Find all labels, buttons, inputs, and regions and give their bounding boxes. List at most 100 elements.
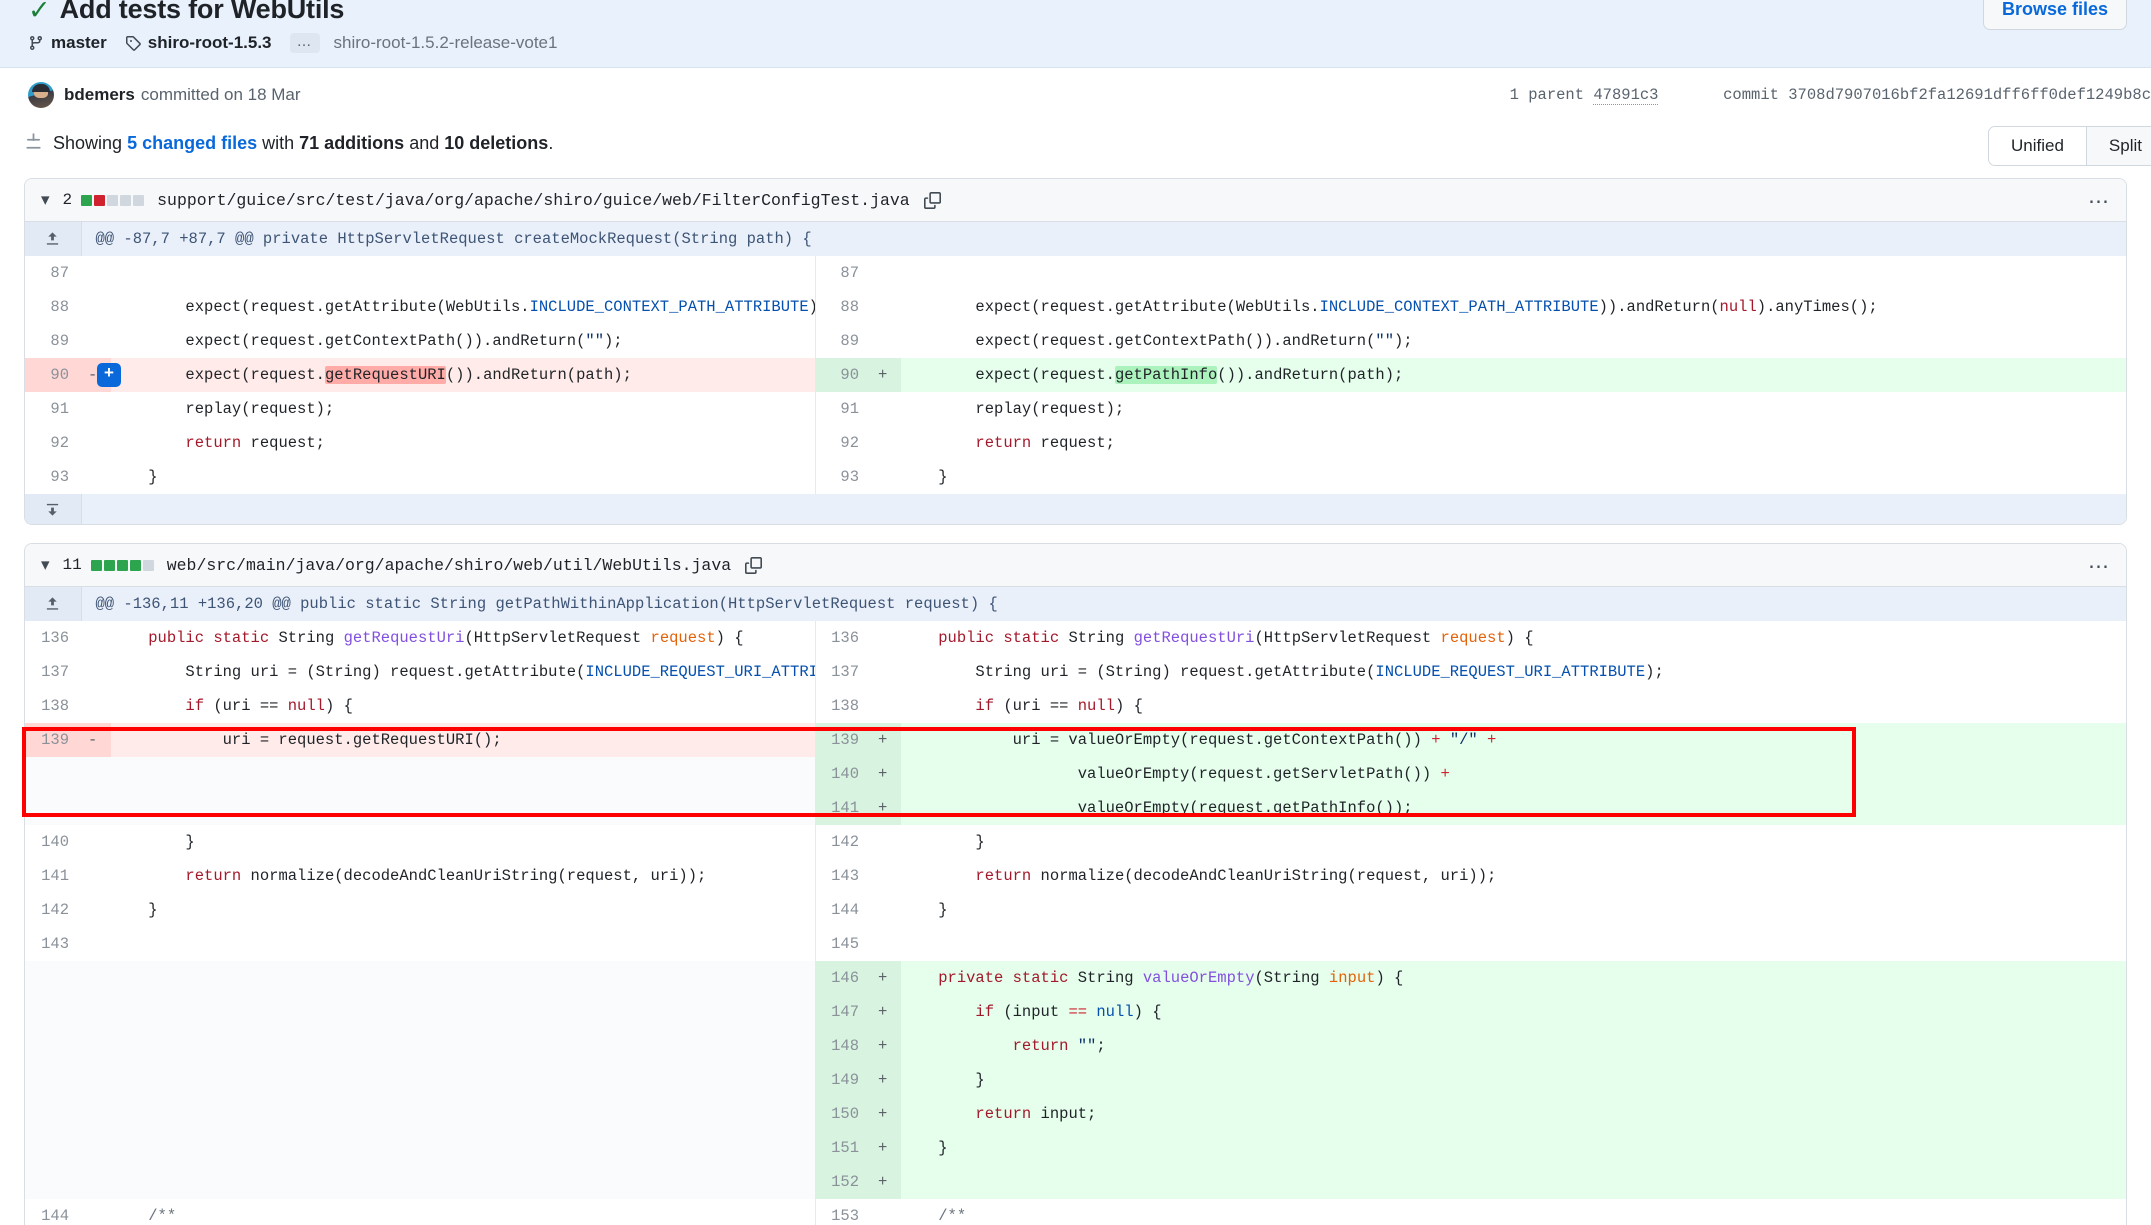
chevron-down-icon[interactable]: ▾: [41, 555, 50, 575]
file-path[interactable]: support/guice/src/test/java/org/apache/s…: [157, 191, 910, 210]
showing-label: Showing: [53, 132, 123, 153]
kebab-menu-icon[interactable]: ⋯: [2088, 189, 2110, 214]
line-number-right: 87: [815, 256, 871, 290]
code-right: if (input == null) {: [901, 995, 2126, 1029]
branch-name: master: [51, 33, 107, 52]
code-left: [111, 927, 816, 961]
line-marker-right: +: [871, 358, 901, 392]
line-number-left: [25, 1029, 81, 1063]
expand-up-icon[interactable]: [25, 222, 82, 256]
add-comment-icon[interactable]: +: [97, 363, 121, 387]
diff-row: 93 } 93 }: [25, 460, 2126, 494]
code-left: [111, 256, 816, 290]
line-marker-left: [81, 893, 111, 927]
line-marker-left: [81, 825, 111, 859]
code-right: valueOrEmpty(request.getPathInfo());: [901, 791, 2126, 825]
tag-name: shiro-root-1.5.3: [147, 33, 272, 52]
line-number-right: 150: [815, 1097, 871, 1131]
diff-row-added: 148 + return "";: [25, 1029, 2126, 1063]
file-change-count: 2: [62, 191, 73, 209]
changed-files-link[interactable]: 5 changed files: [127, 133, 257, 153]
author-name[interactable]: bdemers: [64, 85, 135, 105]
expand-up-icon[interactable]: [25, 587, 82, 621]
hunk-header-row: @@ -136,11 +136,20 @@ public static Stri…: [25, 587, 2126, 621]
copy-icon[interactable]: [745, 556, 763, 574]
file-change-count: 11: [62, 556, 82, 574]
expand-down-icon[interactable]: [25, 494, 82, 524]
commit-refs: master shiro-root-1.5.3 … shiro-root-1.5…: [28, 33, 2123, 53]
code-left: return request;: [111, 426, 816, 460]
code-left: expect(request.getAttribute(WebUtils.INC…: [111, 290, 816, 324]
code-right: expect(request.getPathInfo()).andReturn(…: [901, 358, 2126, 392]
diff-row: 138 if (uri == null) { 138 if (uri == nu…: [25, 689, 2126, 723]
code-left: [111, 995, 816, 1029]
code-right: }: [901, 825, 2126, 859]
code-left: [111, 1097, 816, 1131]
copy-icon[interactable]: [923, 191, 941, 209]
line-number-left: 90: [25, 358, 81, 392]
tag-name-secondary[interactable]: shiro-root-1.5.2-release-vote1: [334, 33, 558, 53]
kebab-menu-icon[interactable]: ⋯: [2088, 554, 2110, 579]
browse-files-button[interactable]: Browse files: [1982, 0, 2127, 30]
line-marker-right: +: [871, 757, 901, 791]
line-number-right: 145: [815, 927, 871, 961]
line-marker-right: [871, 621, 901, 655]
line-number-left: [25, 1165, 81, 1199]
line-marker-right: +: [871, 1131, 901, 1165]
code-right: return "";: [901, 1029, 2126, 1063]
file-diffstat: [81, 194, 145, 206]
line-number-left: [25, 961, 81, 995]
file-header: ▾ 2 support/guice/src/test/java/org/apac…: [25, 179, 2126, 222]
code-left: [111, 757, 816, 791]
code-right: }: [901, 1063, 2126, 1097]
line-number-left: 93: [25, 460, 81, 494]
commit-sha[interactable]: 3708d7907016bf2fa12691dff6ff0def1249b8c: [1788, 86, 2151, 104]
line-marker-right: [871, 324, 901, 358]
with-label: with: [262, 132, 295, 153]
line-number-left: [25, 791, 81, 825]
commit-sha-meta: 1 parent 47891c3 commit 3708d7907016bf2f…: [1510, 86, 2151, 105]
commit-diff-page: ✓ Add tests for WebUtils Browse files ma…: [0, 0, 2151, 1225]
hunk-header-row: @@ -87,7 +87,7 @@ private HttpServletReq…: [25, 222, 2126, 256]
line-marker-left: [81, 1029, 111, 1063]
refs-expand-button[interactable]: …: [289, 33, 320, 53]
code-right: String uri = (String) request.getAttribu…: [901, 655, 2126, 689]
code-left: }: [111, 825, 816, 859]
code-right: private static String valueOrEmpty(Strin…: [901, 961, 2126, 995]
line-marker-left: [81, 1063, 111, 1097]
line-number-right: 90: [815, 358, 871, 392]
page-title: Add tests for WebUtils: [59, 0, 345, 24]
code-left: [111, 1131, 816, 1165]
and-label: and: [409, 132, 440, 153]
commit-date: committed on 18 Mar: [140, 85, 301, 104]
line-number-left: 144: [25, 1199, 81, 1225]
code-right: valueOrEmpty(request.getServletPath()) +: [901, 757, 2126, 791]
code-left: }: [111, 893, 816, 927]
diff-row: 91 replay(request); 91 replay(request);: [25, 392, 2126, 426]
code-left: [111, 1063, 816, 1097]
parent-sha[interactable]: 47891c3: [1593, 86, 1659, 105]
line-number-right: 92: [815, 426, 871, 460]
branch-ref[interactable]: master: [28, 33, 107, 53]
line-number-right: 136: [815, 621, 871, 655]
tab-split[interactable]: Split: [2086, 127, 2151, 165]
code-right: [901, 927, 2126, 961]
chevron-down-icon[interactable]: ▾: [41, 190, 50, 210]
commit-label: commit: [1723, 86, 1779, 104]
expand-down-row[interactable]: [25, 494, 2126, 524]
diff-row: 143 145: [25, 927, 2126, 961]
tab-unified[interactable]: Unified: [1989, 127, 2087, 165]
file-path[interactable]: web/src/main/java/org/apache/shiro/web/u…: [167, 556, 731, 575]
avatar[interactable]: [28, 82, 54, 108]
diff-row: 141 return normalize(decodeAndCleanUriSt…: [25, 859, 2126, 893]
line-marker-right: [871, 689, 901, 723]
line-number-right: 137: [815, 655, 871, 689]
tag-ref[interactable]: shiro-root-1.5.3: [125, 33, 272, 53]
period: .: [548, 132, 554, 153]
line-marker-left: [81, 791, 111, 825]
line-marker-left: [81, 290, 111, 324]
diff-table: @@ -136,11 +136,20 @@ public static Stri…: [25, 587, 2126, 1225]
line-number-left: 136: [25, 621, 81, 655]
diff-row: 144 /** 153 /**: [25, 1199, 2126, 1225]
diff-summary: Showing 5 changed files with 71 addition…: [53, 133, 553, 154]
